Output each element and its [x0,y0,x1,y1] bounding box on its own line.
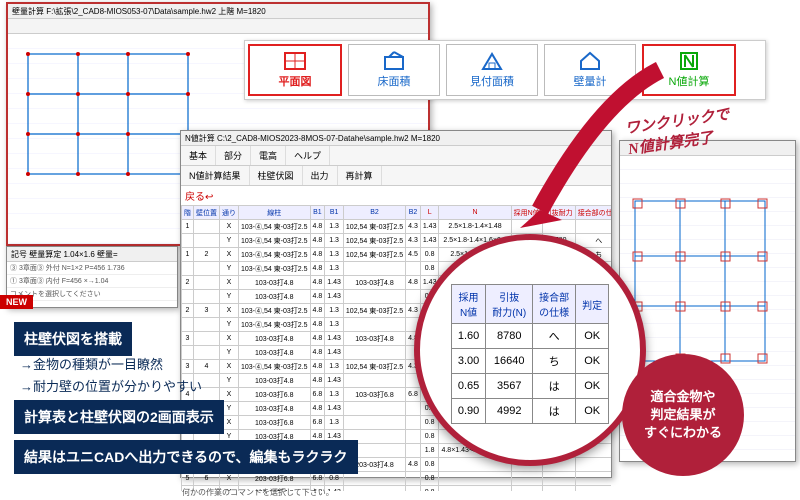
info-panel-title: 記号 壁量算定 1.04×1.6 壁量= [7,247,177,262]
note-1: →金物の種類が一目瞭然 [20,354,163,373]
col-header: B1 [325,206,344,220]
col-header: 階 [182,206,194,220]
menu-電高[interactable]: 電高 [251,146,286,165]
status-bar: 何かの作業のコマンドを選択して下さい。 [182,487,334,498]
mag-col-header: 採用N値 [451,285,485,324]
bubble-callout: 適合金物や判定結果がすぐにわかる [622,354,744,476]
info-line-1: ③ 3章面③ 外付 N=1×2 P=456 1.736 [7,262,177,275]
col-header: 線柱 [239,206,311,220]
callout-2: 計算表と柱壁伏図の2画面表示 [14,400,224,434]
mag-row: 1.608780へOK [451,324,608,349]
new-badge: NEW [0,295,33,309]
arrow-icon [500,60,700,250]
mag-col-header: 判定 [576,285,609,324]
menu-基本[interactable]: 基本 [181,146,216,165]
callout-1: 柱壁伏図を搭載 [14,322,132,356]
mag-col-header: 引抜耐力(N) [486,285,533,324]
info-line-2: ① 3章面③ 内付 F=456 ×→1.04 [7,275,177,288]
magnified-table: 採用N値引抜耐力(N)接合部の仕様判定1.608780へOK3.0016640ち… [451,284,609,424]
back-button[interactable]: 戻る↩ [185,188,213,203]
tab-label: 床面積 [378,73,411,89]
tab-label: 平面図 [279,73,312,89]
tab-平面図[interactable]: 平面図 [248,44,342,96]
callout-3: 結果はユニCADへ出力できるので、編集もラクラク [14,440,358,474]
plan-toolbar [8,19,428,34]
mag-row: 0.653567はOK [451,374,608,399]
mag-row: 0.904992はOK [451,399,608,424]
plan-window-title: 壁量計算 F:\拡張\2_CAD8-MIOS053-07\Data\sample… [8,4,428,19]
col-header: 壁位置 [194,206,220,220]
viewtab-柱壁伏図[interactable]: 柱壁伏図 [250,166,303,185]
note-2: →耐力壁の位置が分かりやすい [20,376,202,395]
viewtab-出力[interactable]: 出力 [303,166,338,185]
col-header: B1 [310,206,325,220]
mag-row: 3.0016640ちOK [451,349,608,374]
col-header: B2 [343,206,405,220]
col-header: 通り [220,206,239,220]
tab-床面積[interactable]: 床面積 [348,44,440,96]
magnifier: 採用N値引抜耐力(N)接合部の仕様判定1.608780へOK3.0016640ち… [414,234,646,466]
mag-col-header: 接合部の仕様 [533,285,576,324]
menu-ヘルプ[interactable]: ヘルプ [286,146,330,165]
col-header: B2 [406,206,421,220]
menu-部分[interactable]: 部分 [216,146,251,165]
col-header: L [420,206,439,220]
viewtab-再計算[interactable]: 再計算 [338,166,382,185]
viewtab-N値計算結果[interactable]: N値計算結果 [181,166,250,185]
